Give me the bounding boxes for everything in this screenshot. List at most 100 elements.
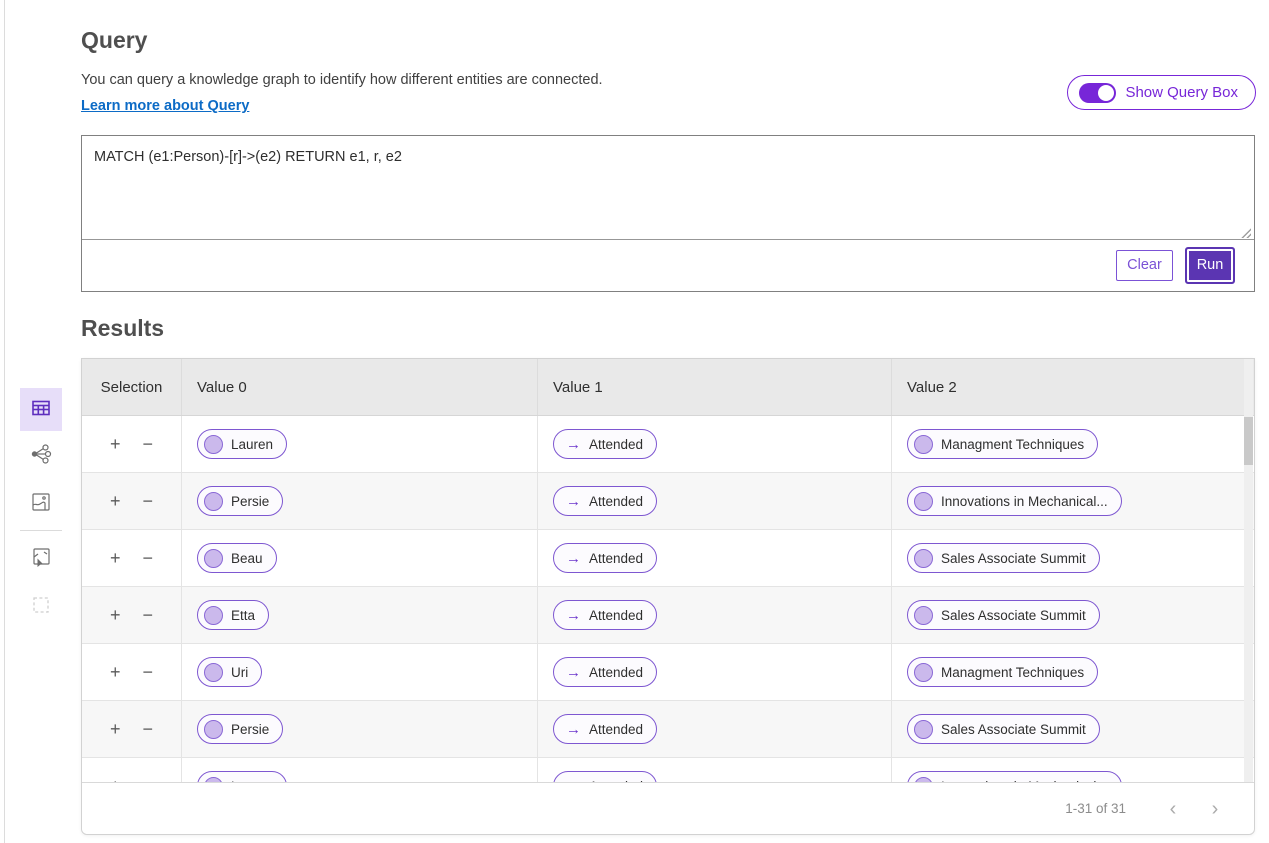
value1-cell: → Attended (537, 530, 891, 586)
remove-from-selection-button[interactable]: − (143, 549, 154, 567)
clear-button[interactable]: Clear (1116, 249, 1173, 281)
view-graph-button[interactable] (20, 431, 62, 479)
add-to-selection-button[interactable]: + (110, 492, 121, 510)
run-button[interactable]: Run (1185, 246, 1235, 284)
relationship-chip[interactable]: → Attended (553, 429, 658, 459)
value0-cell: Uri (181, 644, 537, 700)
entity-chip[interactable]: Sales Associate Summit (907, 600, 1100, 630)
panel-divider (4, 0, 5, 843)
entity-chip[interactable]: Uri (197, 657, 263, 687)
add-to-selection-button[interactable]: + (110, 720, 121, 738)
entity-chip[interactable]: Persie (197, 486, 284, 516)
entity-node-icon (204, 491, 223, 511)
view-switcher (20, 388, 62, 630)
entity-label: Persie (231, 721, 270, 737)
relationship-label: Attended (589, 721, 644, 737)
entity-label: Sales Associate Summit (941, 607, 1086, 623)
table-scrollbar[interactable] (1244, 359, 1253, 782)
relationship-label: Attended (589, 493, 644, 509)
view-link-chart-button[interactable] (20, 534, 62, 582)
value0-cell: Beau (181, 530, 537, 586)
value1-cell: → Attended (537, 473, 891, 529)
show-query-box-toggle[interactable]: Show Query Box (1067, 75, 1256, 110)
entity-node-icon (914, 719, 933, 739)
view-map-button[interactable] (20, 479, 62, 527)
entity-chip[interactable]: Lauren (197, 429, 288, 459)
table-row: + − Uri → Attended Managment Techniques (82, 644, 1254, 701)
query-editor: MATCH (e1:Person)-[r]->(e2) RETURN e1, r… (81, 135, 1255, 292)
selection-cell: + − (82, 416, 181, 472)
add-to-selection-button[interactable]: + (110, 606, 121, 624)
arrow-right-icon: → (566, 549, 581, 567)
map-icon (30, 491, 52, 516)
column-header-value2: Value 2 (891, 359, 1254, 415)
entity-chip[interactable]: Beau (197, 543, 277, 573)
relationship-chip[interactable]: → Attended (553, 657, 658, 687)
remove-from-selection-button[interactable]: − (143, 435, 154, 453)
table-row: + − Beau → Attended Sales Associate Summ… (82, 530, 1254, 587)
entity-chip[interactable]: Sales Associate Summit (907, 714, 1100, 744)
table-row: + − Etta → Attended Sales Associate Summ… (82, 587, 1254, 644)
entity-node-icon (204, 434, 223, 454)
relationship-label: Attended (589, 607, 644, 623)
chevron-right-icon: › (1211, 797, 1219, 820)
relationship-chip[interactable]: → Attended (553, 600, 658, 630)
add-to-selection-button[interactable]: + (110, 435, 121, 453)
entity-node-icon (914, 662, 933, 682)
results-title: Results (81, 315, 165, 341)
selection-cell: + − (82, 587, 181, 643)
column-header-selection: Selection (100, 378, 163, 396)
relationship-chip[interactable]: → Attended (553, 486, 658, 516)
relationship-label: Attended (589, 664, 644, 680)
table-row: + − Lauren → Attended Innovations in Mec… (82, 758, 1254, 784)
column-header-value0: Value 0 (181, 359, 537, 415)
remove-from-selection-button[interactable]: − (143, 663, 154, 681)
query-input[interactable]: MATCH (e1:Person)-[r]->(e2) RETURN e1, r… (82, 136, 1254, 240)
add-to-selection-button[interactable]: + (110, 549, 121, 567)
dashed-square-icon (30, 594, 52, 619)
table-body: + − Lauren → Attended Managment Techniqu… (82, 416, 1254, 784)
value0-cell: Persie (181, 701, 537, 757)
scrollbar-thumb[interactable] (1244, 417, 1253, 465)
view-table-button[interactable] (20, 388, 62, 431)
entity-label: Managment Techniques (941, 436, 1085, 452)
value1-cell: → Attended (537, 644, 891, 700)
entity-chip[interactable]: Sales Associate Summit (907, 543, 1100, 573)
remove-from-selection-button[interactable]: − (143, 720, 154, 738)
entity-label: Managment Techniques (941, 664, 1085, 680)
value2-cell: Sales Associate Summit (891, 701, 1254, 757)
pagination-next-button[interactable]: › (1194, 799, 1236, 819)
learn-more-link[interactable]: Learn more about Query (81, 98, 249, 114)
pagination-prev-button[interactable]: ‹ (1152, 799, 1194, 819)
value0-cell: Persie (181, 473, 537, 529)
entity-label: Persie (231, 493, 270, 509)
value0-cell: Lauren (181, 758, 537, 784)
toggle-on-icon (1079, 82, 1117, 103)
relationship-chip[interactable]: → Attended (553, 714, 658, 744)
entity-node-icon (914, 605, 933, 625)
remove-from-selection-button[interactable]: − (143, 606, 154, 624)
selection-cell: + − (82, 644, 181, 700)
add-to-selection-button[interactable]: + (110, 663, 121, 681)
value2-cell: Sales Associate Summit (891, 587, 1254, 643)
entity-node-icon (914, 491, 933, 511)
value1-cell: → Attended (537, 416, 891, 472)
arrow-right-icon: → (566, 606, 581, 624)
value2-cell: Managment Techniques (891, 644, 1254, 700)
entity-chip[interactable]: Etta (197, 600, 270, 630)
entity-node-icon (914, 548, 933, 568)
entity-chip[interactable]: Innovations in Mechanical... (907, 486, 1122, 516)
table-icon (30, 397, 52, 422)
arrow-right-icon: → (566, 720, 581, 738)
entity-chip[interactable]: Managment Techniques (907, 657, 1099, 687)
value0-cell: Etta (181, 587, 537, 643)
relationship-chip[interactable]: → Attended (553, 543, 658, 573)
entity-label: Lauren (231, 436, 274, 452)
query-actions: Clear Run (82, 239, 1254, 291)
entity-label: Innovations in Mechanical... (941, 493, 1108, 509)
selection-cell: + − (82, 473, 181, 529)
selection-cell: + − (82, 758, 181, 784)
remove-from-selection-button[interactable]: − (143, 492, 154, 510)
entity-chip[interactable]: Managment Techniques (907, 429, 1099, 459)
entity-chip[interactable]: Persie (197, 714, 284, 744)
